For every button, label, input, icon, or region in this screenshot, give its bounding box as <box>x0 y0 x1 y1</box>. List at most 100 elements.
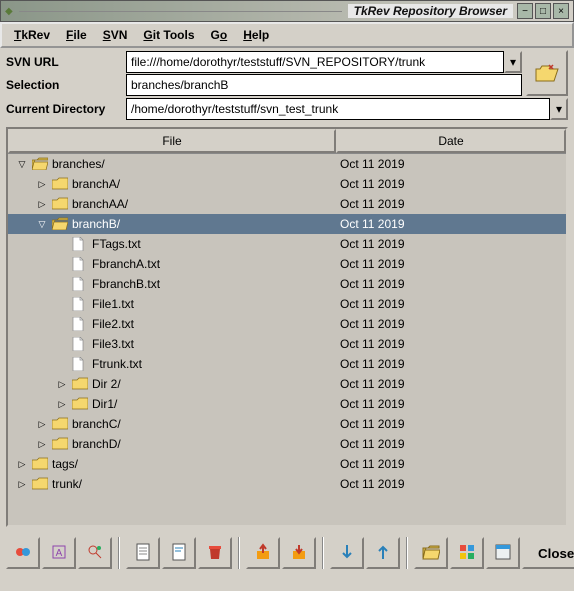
tree-row[interactable]: FTags.txt Oct 11 2019 <box>8 234 566 254</box>
tree-row[interactable]: Ftrunk.txtOct 11 2019 <box>8 354 566 374</box>
document-icon <box>72 357 88 371</box>
import-button[interactable] <box>282 537 316 569</box>
file-name: FbranchB.txt <box>92 277 160 291</box>
svn-url-input[interactable] <box>126 51 504 73</box>
toolbar-separator <box>238 537 240 569</box>
expand-toggle[interactable]: ▷ <box>36 439 48 450</box>
column-file[interactable]: File <box>8 129 336 153</box>
menu-help[interactable]: Help <box>237 26 275 44</box>
tree-row[interactable]: ▷Dir1/Oct 11 2019 <box>8 394 566 414</box>
expand-toggle[interactable]: ▷ <box>16 479 28 490</box>
chevron-down-icon: ▾ <box>556 102 562 116</box>
toolbar-separator <box>406 537 408 569</box>
toolbar: A Close <box>0 531 574 573</box>
folder-open-button[interactable] <box>414 537 448 569</box>
file-name: branches/ <box>52 157 105 171</box>
folder-icon <box>72 377 88 391</box>
export-icon <box>254 543 272 564</box>
expand-toggle[interactable]: ▷ <box>56 399 68 410</box>
file-date: Oct 11 2019 <box>336 357 566 371</box>
open-folder-icon <box>535 63 559 83</box>
file-date: Oct 11 2019 <box>336 457 566 471</box>
file-name: branchB/ <box>72 217 120 231</box>
tree-view[interactable]: File Date ▽ branches/Oct 11 2019 ▷ branchA/… <box>6 127 568 527</box>
pattern-button[interactable] <box>450 537 484 569</box>
file-name: FbranchA.txt <box>92 257 160 271</box>
minimize-button[interactable]: − <box>517 3 533 19</box>
expand-toggle[interactable]: ▷ <box>16 459 28 470</box>
cwd-dropdown[interactable]: ▾ <box>550 98 568 120</box>
expand-toggle[interactable]: ▷ <box>36 179 48 190</box>
menu-git-tools[interactable]: Git Tools <box>137 26 200 44</box>
file-log-button[interactable] <box>162 537 196 569</box>
file-date: Oct 11 2019 <box>336 257 566 271</box>
svn-url-dropdown[interactable]: ▾ <box>504 51 522 73</box>
annotate-button[interactable]: A <box>42 537 76 569</box>
file-name: trunk/ <box>52 477 82 491</box>
file-date: Oct 11 2019 <box>336 337 566 351</box>
toolbar-separator <box>118 537 120 569</box>
selection-label: Selection <box>6 78 126 92</box>
expand-toggle[interactable]: ▷ <box>36 199 48 210</box>
tree-row[interactable]: ▷branchC/Oct 11 2019 <box>8 414 566 434</box>
import-icon <box>290 543 308 564</box>
open-folder-button[interactable] <box>526 50 568 96</box>
delete-file-button[interactable] <box>198 537 232 569</box>
tree-row[interactable]: ▷tags/Oct 11 2019 <box>8 454 566 474</box>
tree-row[interactable]: File1.txtOct 11 2019 <box>8 294 566 314</box>
maximize-button[interactable]: □ <box>535 3 551 19</box>
folder-icon <box>52 437 68 451</box>
tree-row[interactable]: ▷branchAA/Oct 11 2019 <box>8 194 566 214</box>
svg-text:A: A <box>56 548 63 559</box>
expand-toggle[interactable]: ▷ <box>36 419 48 430</box>
file-view-icon <box>135 543 151 564</box>
toolbar-separator <box>322 537 324 569</box>
expand-toggle[interactable]: ▽ <box>16 159 28 170</box>
file-date: Oct 11 2019 <box>336 377 566 391</box>
tree-row[interactable]: File2.txtOct 11 2019 <box>8 314 566 334</box>
tree-row[interactable]: FbranchB.txtOct 11 2019 <box>8 274 566 294</box>
document-icon <box>72 297 88 311</box>
folder-icon <box>72 397 88 411</box>
tree-row[interactable]: ▷branchA/Oct 11 2019 <box>8 174 566 194</box>
titlebar: ◆ TkRev Repository Browser − □ × <box>0 0 574 22</box>
file-date: Oct 11 2019 <box>336 237 566 251</box>
document-icon <box>72 337 88 351</box>
arrow-up-icon <box>375 543 391 564</box>
expand-toggle[interactable]: ▷ <box>56 379 68 390</box>
app-button[interactable] <box>486 537 520 569</box>
app-icon: ◆ <box>5 6 13 17</box>
document-icon <box>72 237 88 251</box>
file-view-button[interactable] <box>126 537 160 569</box>
cwd-input[interactable] <box>126 98 550 120</box>
search-tree-button[interactable] <box>78 537 112 569</box>
export-button[interactable] <box>246 537 280 569</box>
menu-tkrev[interactable]: TkRev <box>8 26 56 44</box>
tree-row[interactable]: ▷trunk/Oct 11 2019 <box>8 474 566 494</box>
arrow-up-button[interactable] <box>366 537 400 569</box>
file-name: branchA/ <box>72 177 120 191</box>
menu-svn[interactable]: SVN <box>97 26 134 44</box>
tree-row[interactable]: ▽branches/Oct 11 2019 <box>8 154 566 174</box>
selection-input[interactable] <box>126 74 522 96</box>
column-date[interactable]: Date <box>336 129 566 153</box>
diff-tool-button[interactable] <box>6 537 40 569</box>
tree-row[interactable]: File3.txt Oct 11 2019 <box>8 334 566 354</box>
close-button[interactable]: Close <box>522 538 574 569</box>
menubar: TkRev File SVN Git Tools Go Help <box>0 22 574 48</box>
tree-row[interactable]: FbranchA.txt Oct 11 2019 <box>8 254 566 274</box>
form-area: SVN URL ▾ Selection Current Directory ▾ <box>0 48 574 123</box>
tree-row[interactable]: ▷branchD/Oct 11 2019 <box>8 434 566 454</box>
menu-file[interactable]: File <box>60 26 93 44</box>
app-icon <box>494 543 512 564</box>
tree-row[interactable]: ▽branchB/Oct 11 2019 <box>8 214 566 234</box>
file-name: FTags.txt <box>92 237 141 251</box>
window-title: TkRev Repository Browser <box>348 4 513 18</box>
tree-row[interactable]: ▷Dir 2/Oct 11 2019 <box>8 374 566 394</box>
expand-toggle[interactable]: ▽ <box>36 219 48 230</box>
menu-go[interactable]: Go <box>205 26 234 44</box>
file-name: branchD/ <box>72 437 121 451</box>
close-window-button[interactable]: × <box>553 3 569 19</box>
arrow-down-button[interactable] <box>330 537 364 569</box>
file-name: File3.txt <box>92 337 134 351</box>
